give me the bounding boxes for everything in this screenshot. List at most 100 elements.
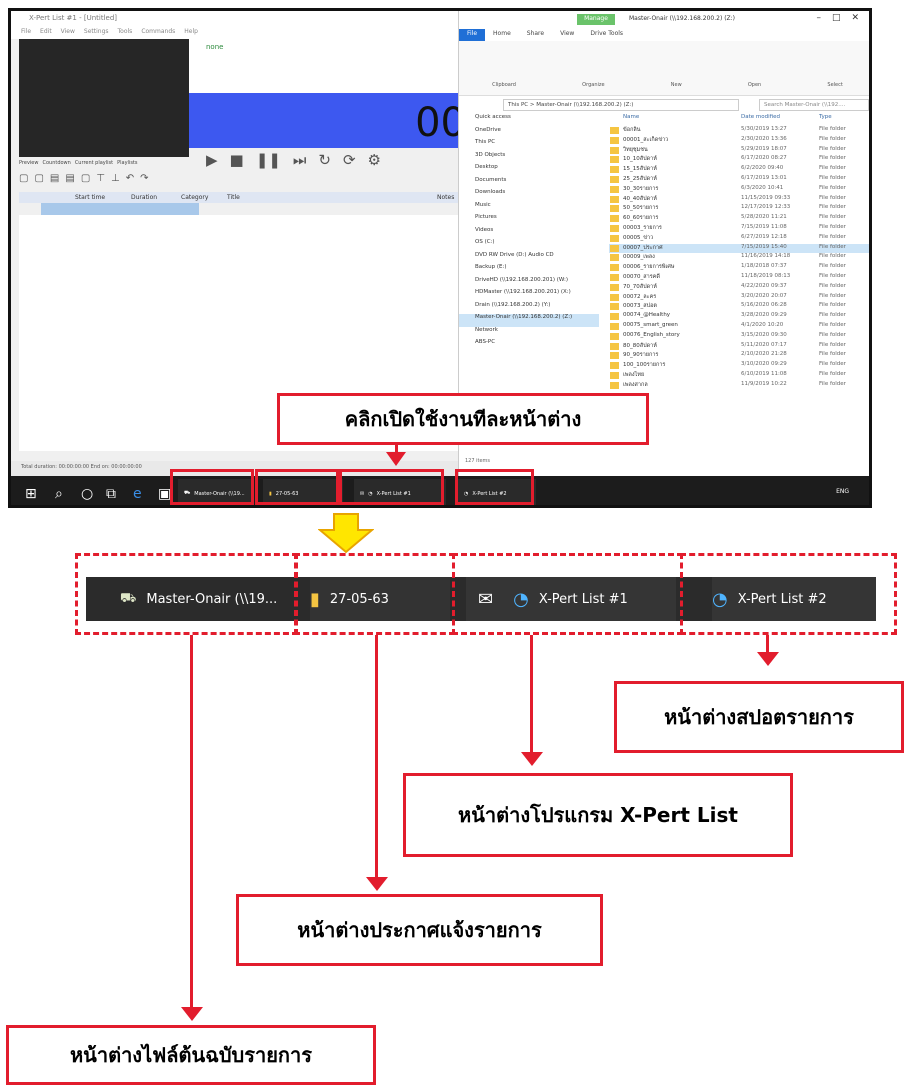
next-icon[interactable]: ⏭ (293, 151, 307, 171)
file-row[interactable]: 00007_ประกาศ 7/15/2019 15:40 File folder (609, 243, 869, 254)
nav-item[interactable]: OneDrive (459, 127, 599, 140)
file-row[interactable]: ข้อกลิ่น 5/30/2019 13:27 File folder (609, 126, 869, 136)
search-input[interactable]: Search Master-Onair (\\192.... (759, 99, 869, 111)
address-input[interactable]: This PC > Master-Onair (\\192.168.200.2)… (503, 99, 739, 111)
col-date-modified[interactable]: Date modified (741, 114, 819, 126)
play-icon[interactable]: ▶ (206, 151, 218, 171)
nav-item[interactable]: Music (459, 202, 599, 215)
file-row[interactable]: เพลงไทย 6/10/2019 11:08 File folder (609, 371, 869, 381)
tab-drive-tools[interactable]: Drive Tools (582, 29, 631, 41)
tab-share[interactable]: Share (519, 29, 552, 41)
stop-icon[interactable]: ■ (230, 151, 244, 171)
file-row[interactable]: 100_100รายการ 3/10/2020 09:29 File folder (609, 361, 869, 371)
tray-language[interactable]: ENG (836, 488, 849, 495)
tab-current-playlist[interactable]: Current playlist (75, 160, 113, 169)
file-row[interactable]: 00003_รายการ 7/15/2019 11:08 File folder (609, 224, 869, 234)
nav-item[interactable]: Pictures (459, 214, 599, 227)
file-row[interactable]: 00076_English_story 3/15/2020 09:30 File f… (609, 332, 869, 342)
file-row[interactable]: 40_40สัปดาห์ 11/15/2019 09:33 File folder (609, 195, 869, 205)
file-row[interactable]: 60_60รายการ 5/28/2020 11:21 File folder (609, 214, 869, 224)
nav-item[interactable]: 3D Objects (459, 152, 599, 165)
file-row[interactable]: 00070_สารคดี 11/18/2019 08:13 File folder (609, 273, 869, 283)
menu-help[interactable]: Help (184, 28, 198, 39)
file-row[interactable]: เพลงสากล 11/9/2019 10:22 File folder (609, 381, 869, 391)
refresh-icon[interactable]: ⟳ (343, 151, 356, 171)
menu-file[interactable]: File (21, 28, 31, 39)
file-row[interactable]: 00006_รายการพิเศษ 1/18/2018 07:37 File fol… (609, 263, 869, 273)
tab-view[interactable]: View (552, 29, 582, 41)
tab-preview[interactable]: Preview (19, 160, 38, 169)
pause-icon[interactable]: ❚❚ (256, 151, 281, 171)
manage-tab[interactable]: Manage (577, 14, 615, 25)
menu-tools[interactable]: Tools (118, 28, 133, 39)
col-notes[interactable]: Notes (437, 192, 454, 203)
window-controls[interactable]: –□✕ (816, 13, 869, 23)
tab-home[interactable]: Home (485, 29, 519, 41)
search-icon[interactable]: ⌕ (55, 486, 63, 502)
nav-item[interactable]: DVD RW Drive (D:) Audio CD (459, 252, 599, 265)
nav-item[interactable]: Videos (459, 227, 599, 240)
menu-settings[interactable]: Settings (84, 28, 109, 39)
save-icon[interactable]: ▤ (50, 173, 59, 189)
redo-icon[interactable]: ↷ (140, 173, 148, 189)
insert-icon[interactable]: ⊤ (96, 173, 105, 189)
nav-item[interactable]: Backup (E:) (459, 264, 599, 277)
file-row[interactable]: 80_80สัปดาห์ 5/11/2020 07:17 File folder (609, 342, 869, 352)
nav-item[interactable]: Network (459, 327, 599, 340)
cortana-icon[interactable]: ○ (81, 486, 93, 502)
nav-item[interactable]: This PC (459, 139, 599, 152)
col-type[interactable]: Type (819, 114, 832, 126)
nav-item[interactable]: DriveHD (\\192.168.200.201) (W:) (459, 277, 599, 290)
loop-icon[interactable]: ↻ (318, 151, 331, 171)
remove-icon[interactable]: ⊥ (111, 173, 120, 189)
tab-file[interactable]: File (459, 29, 486, 41)
file-row[interactable]: วิทยุชุมชน 5/29/2019 18:07 File folder (609, 146, 869, 156)
file-row[interactable]: 00072_ละคร 3/20/2020 20:07 File folder (609, 293, 869, 303)
menu-commands[interactable]: Commands (141, 28, 175, 39)
col-title[interactable]: Title (227, 192, 437, 203)
file-row[interactable]: 00074_@Healthy 3/28/2020 09:29 File folder (609, 312, 869, 322)
file-name: 25_25สัปดาห์ (609, 175, 741, 185)
open-icon[interactable]: ▢ (34, 173, 43, 189)
settings-icon[interactable]: ⚙ (368, 151, 381, 171)
tab-countdown[interactable]: Countdown (42, 160, 70, 169)
selected-row-highlight[interactable] (41, 203, 199, 215)
file-row[interactable]: 30_30รายการ 6/3/2020 10:41 File folder (609, 185, 869, 195)
file-row[interactable]: 00073_สปอต 5/16/2020 06:28 File folder (609, 302, 869, 312)
file-row[interactable]: 10_10สัปดาห์ 6/17/2020 08:27 File folder (609, 155, 869, 165)
file-row[interactable]: 00009_เพลง 11/16/2019 14:18 File folder (609, 253, 869, 263)
nav-item[interactable]: Drain (\\192.168.200.2) (Y:) (459, 302, 599, 315)
col-start-time[interactable]: Start time (75, 192, 131, 203)
menu-view[interactable]: View (61, 28, 75, 39)
nav-item[interactable]: HDMaster (\\192.168.200.201) (X:) (459, 289, 599, 302)
tab-playlists[interactable]: Playlists (117, 160, 137, 169)
nav-item[interactable]: Master-Onair (\\192.168.200.2) (Z:) (459, 314, 599, 327)
col-duration[interactable]: Duration (131, 192, 181, 203)
nav-item[interactable]: ABS-PC (459, 339, 599, 352)
nav-item[interactable]: OS (C:) (459, 239, 599, 252)
nav-item[interactable]: Documents (459, 177, 599, 190)
print-icon[interactable]: ▢ (81, 173, 90, 189)
file-row[interactable]: 25_25สัปดาห์ 6/17/2019 13:01 File folder (609, 175, 869, 185)
windows-start-icon[interactable]: ⊞ (25, 486, 37, 502)
file-row[interactable]: 90_90รายการ 2/10/2020 21:28 File folder (609, 351, 869, 361)
col-name[interactable]: Name (609, 114, 741, 126)
nav-item[interactable]: Quick access (459, 114, 599, 127)
file-row[interactable]: 00075_smart_green 4/1/2020 10:20 File fold… (609, 322, 869, 332)
col-category[interactable]: Category (181, 192, 227, 203)
file-row[interactable]: 50_50รายการ 12/17/2019 12:33 File folder (609, 204, 869, 214)
edge-icon[interactable]: e (133, 486, 142, 502)
task-view-icon[interactable]: ⧉ (106, 486, 116, 502)
nav-item[interactable]: Desktop (459, 164, 599, 177)
save-as-icon[interactable]: ▤ (65, 173, 74, 189)
menu-edit[interactable]: Edit (40, 28, 52, 39)
nav-item[interactable]: Downloads (459, 189, 599, 202)
file-row[interactable]: 00005_ข่าว 6/27/2019 12:18 File folder (609, 234, 869, 244)
undo-icon[interactable]: ↶ (126, 173, 134, 189)
file-row[interactable]: 70_70สัปดาห์ 4/22/2020 09:37 File folder (609, 283, 869, 293)
new-icon[interactable]: ▢ (19, 173, 28, 189)
arrowhead-spot (757, 652, 779, 666)
file-row[interactable]: 00001_สะเก็ดข่าว 2/30/2020 13:36 File fold… (609, 136, 869, 146)
file-row[interactable]: 15_15สัปดาห์ 6/2/2020 09:40 File folder (609, 165, 869, 175)
file-date: 3/10/2020 09:29 (741, 361, 787, 368)
